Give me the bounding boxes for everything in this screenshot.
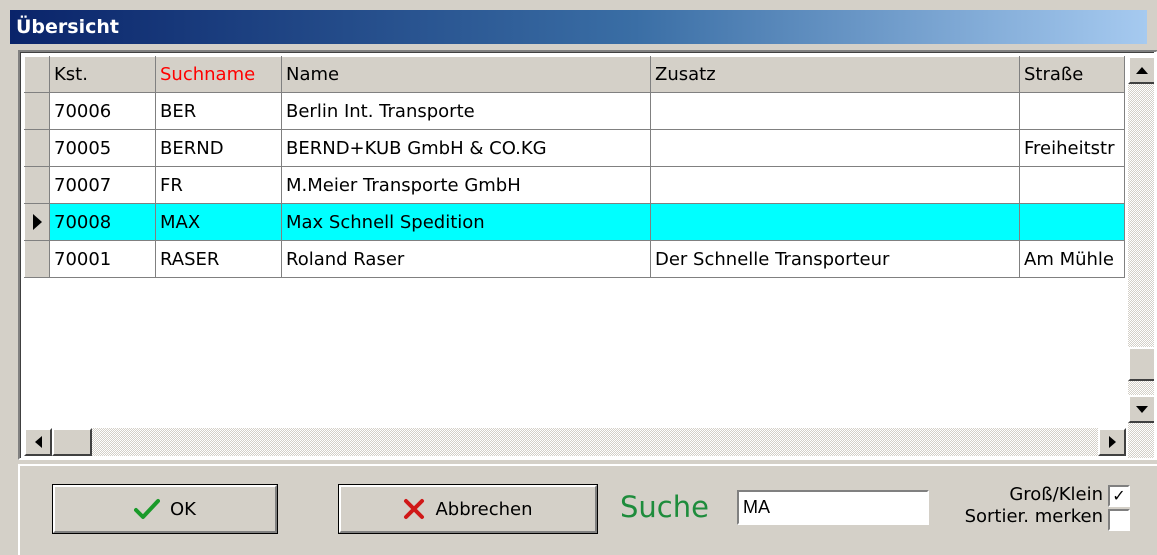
table-row[interactable]: 70001 RASER Roland Raser Der Schnelle Tr…: [24, 240, 1125, 278]
column-header-zusatz[interactable]: Zusatz: [650, 56, 1020, 93]
row-indicator[interactable]: [24, 129, 50, 167]
cell-zusatz: Der Schnelle Transporteur: [650, 240, 1020, 278]
current-row-pointer-icon: [33, 214, 42, 230]
cell-name: BERND+KUB GmbH & CO.KG: [281, 129, 651, 167]
cell-strasse: Am Mühle: [1019, 240, 1125, 278]
remember-sort-checkbox[interactable]: [1108, 509, 1130, 531]
cell-strasse: [1019, 203, 1125, 241]
cell-suchname: RASER: [155, 240, 282, 278]
bottom-toolbar: OK Abbrechen Suche Groß/Klein ✓ Sortier.…: [18, 464, 1157, 555]
vertical-scroll-thumb[interactable]: [1128, 347, 1154, 381]
cell-suchname: MAX: [155, 203, 282, 241]
scroll-down-button[interactable]: [1128, 395, 1154, 423]
cell-kst: 70007: [49, 166, 156, 204]
arrow-down-icon: [1136, 405, 1148, 413]
overview-dialog: Übersicht Kst. Suchname Name Zusatz Stra…: [0, 0, 1157, 555]
checkbox-check-icon: ✓: [1112, 486, 1126, 505]
cell-zusatz: [650, 92, 1020, 130]
cell-strasse: Freiheitstr: [1019, 129, 1125, 167]
remember-sort-label: Sortier. merken: [964, 506, 1103, 527]
cell-name: Berlin Int. Transporte: [281, 92, 651, 130]
window-title: Übersicht: [10, 10, 1147, 44]
cell-zusatz: [650, 129, 1020, 167]
cell-suchname: BER: [155, 92, 282, 130]
table-row-selected[interactable]: 70008 MAX Max Schnell Spedition: [24, 203, 1125, 241]
cancel-button-label: Abbrechen: [435, 498, 533, 520]
column-header-kst[interactable]: Kst.: [49, 56, 156, 93]
table-row[interactable]: 70007 FR M.Meier Transporte GmbH: [24, 166, 1125, 204]
search-label: Suche: [620, 490, 709, 524]
cell-name: Max Schnell Spedition: [281, 203, 651, 241]
cell-strasse: [1019, 166, 1125, 204]
cell-kst: 70005: [49, 129, 156, 167]
ok-button[interactable]: OK: [52, 484, 278, 534]
arrow-right-icon: [1108, 436, 1116, 448]
table-row[interactable]: 70005 BERND BERND+KUB GmbH & CO.KG Freih…: [24, 129, 1125, 167]
cell-zusatz: [650, 203, 1020, 241]
vertical-scrollbar[interactable]: [1128, 56, 1154, 458]
row-indicator[interactable]: [24, 92, 50, 130]
header-indicator-cell: [24, 56, 50, 93]
scroll-up-button[interactable]: [1128, 56, 1154, 84]
table-row[interactable]: 70006 BER Berlin Int. Transporte: [24, 92, 1125, 130]
column-header-name[interactable]: Name: [281, 56, 651, 93]
ok-button-label: OK: [170, 498, 196, 520]
data-grid[interactable]: Kst. Suchname Name Zusatz Straße 70006 B…: [18, 50, 1157, 460]
horizontal-scroll-thumb[interactable]: [52, 428, 92, 456]
checkmark-icon: [134, 499, 160, 519]
column-header-suchname[interactable]: Suchname: [155, 56, 282, 93]
cell-suchname: BERND: [155, 129, 282, 167]
arrow-left-icon: [34, 436, 42, 448]
cell-name: M.Meier Transporte GmbH: [281, 166, 651, 204]
cell-kst: 70006: [49, 92, 156, 130]
cell-kst: 70001: [49, 240, 156, 278]
search-input[interactable]: [737, 490, 929, 525]
cell-kst: 70008: [49, 203, 156, 241]
scroll-left-button[interactable]: [24, 428, 52, 456]
scroll-right-button[interactable]: [1098, 428, 1126, 456]
cross-icon: [404, 499, 425, 519]
row-indicator[interactable]: [24, 166, 50, 204]
cancel-button[interactable]: Abbrechen: [338, 484, 598, 534]
case-sensitive-checkbox[interactable]: ✓: [1108, 485, 1130, 507]
cell-strasse: [1019, 92, 1125, 130]
row-indicator[interactable]: [24, 203, 50, 241]
column-header-strasse[interactable]: Straße: [1019, 56, 1125, 93]
grid-table: Kst. Suchname Name Zusatz Straße 70006 B…: [24, 56, 1125, 278]
cell-suchname: FR: [155, 166, 282, 204]
row-indicator[interactable]: [24, 240, 50, 278]
grid-header-row: Kst. Suchname Name Zusatz Straße: [24, 56, 1125, 93]
arrow-up-icon: [1136, 66, 1148, 74]
horizontal-scrollbar[interactable]: [24, 428, 1126, 456]
cell-zusatz: [650, 166, 1020, 204]
case-sensitive-label: Groß/Klein: [1009, 484, 1103, 505]
cell-name: Roland Raser: [281, 240, 651, 278]
